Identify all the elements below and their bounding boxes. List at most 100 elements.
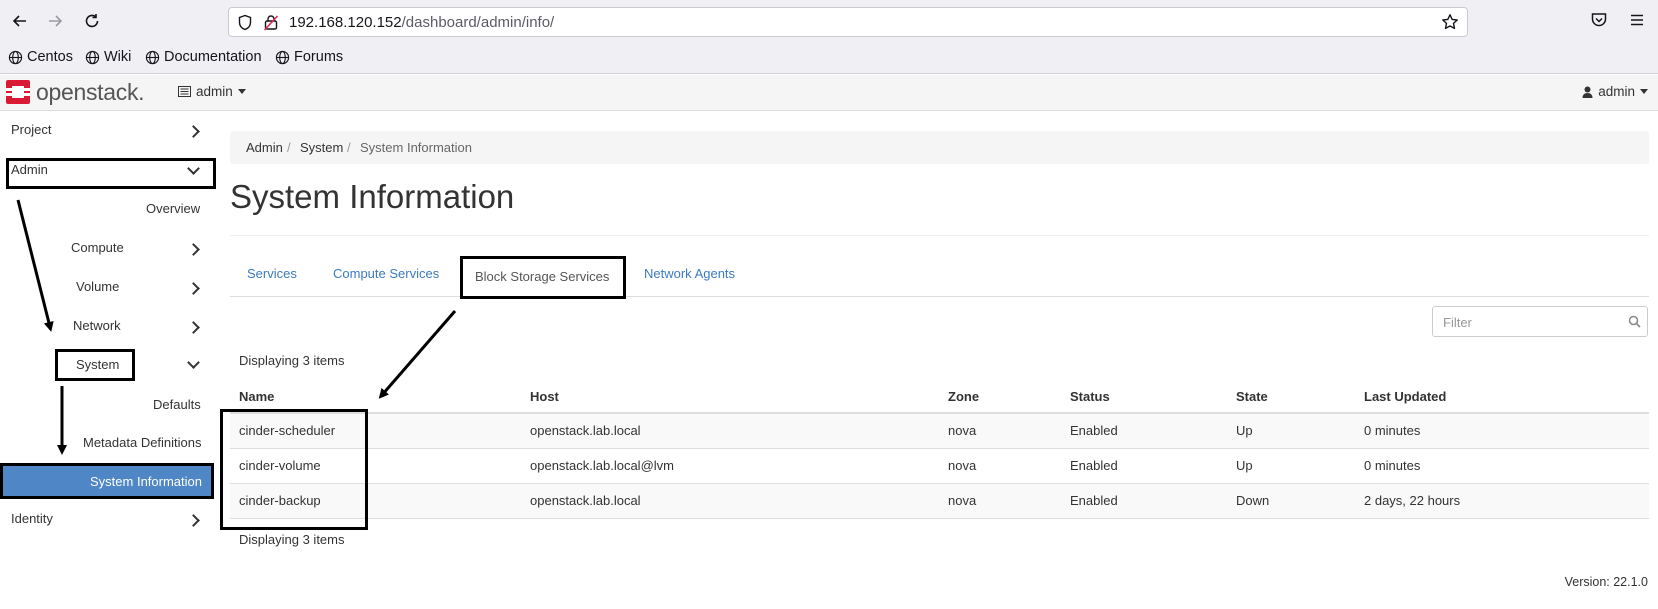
bookmark-label: Forums <box>294 49 344 65</box>
sidebar-item-volume[interactable]: Volume <box>76 279 201 303</box>
filter-box <box>1432 306 1648 337</box>
breadcrumb-admin[interactable]: Admin <box>246 140 283 155</box>
user-name: admin <box>1598 84 1635 99</box>
shield-icon[interactable] <box>237 14 253 36</box>
column-header-last-updated[interactable]: Last Updated <box>1355 380 1649 414</box>
chevron-right-icon <box>187 514 200 527</box>
cell-host: openstack.lab.local <box>521 483 939 519</box>
tabs-baseline <box>230 296 1649 297</box>
bookmark-centos[interactable]: Centos <box>8 49 73 65</box>
url-bar[interactable]: 192.168.120.152/dashboard/admin/info/ <box>228 7 1468 37</box>
pocket-icon[interactable] <box>1590 11 1608 34</box>
breadcrumb-separator: / <box>347 140 351 155</box>
sidebar-item-project[interactable]: Project <box>11 122 211 146</box>
cell-host: openstack.lab.local <box>521 413 939 449</box>
caret-down-icon <box>237 89 246 94</box>
bookmarks-bar: Centos Wiki Documentation Forums <box>0 42 1658 74</box>
tab-services[interactable]: Services <box>247 266 297 281</box>
openstack-logo[interactable]: openstack. <box>4 78 145 106</box>
chevron-down-icon <box>187 356 200 369</box>
sidebar-item-system-information[interactable]: System Information <box>0 463 214 499</box>
sidebar-item-defaults[interactable]: Defaults <box>153 397 201 421</box>
hamburger-menu-icon[interactable] <box>1628 11 1646 34</box>
tab-compute-services[interactable]: Compute Services <box>333 266 439 281</box>
bookmark-label: Centos <box>27 49 73 65</box>
sidebar-item-network[interactable]: Network <box>73 318 201 342</box>
title-divider <box>230 235 1649 236</box>
chevron-right-icon <box>187 321 200 334</box>
search-icon[interactable] <box>1628 315 1641 333</box>
annotation-box-names <box>220 409 368 530</box>
breadcrumb-separator: / <box>287 140 291 155</box>
cell-zone: nova <box>939 448 1061 484</box>
cell-last-updated: 0 minutes <box>1355 413 1649 449</box>
column-header-state[interactable]: State <box>1227 380 1355 414</box>
sidebar-item-compute[interactable]: Compute <box>71 240 201 264</box>
globe-icon <box>145 50 160 64</box>
cell-zone: nova <box>939 483 1061 519</box>
filter-input[interactable] <box>1443 312 1613 332</box>
item-count-top: Displaying 3 items <box>239 353 345 368</box>
tab-block-storage-services[interactable]: Block Storage Services <box>460 256 626 299</box>
bookmark-label: Documentation <box>164 49 262 65</box>
browser-toolbar: 192.168.120.152/dashboard/admin/info/ <box>0 0 1658 42</box>
breadcrumb: Admin / System / System Information <box>230 131 1649 164</box>
globe-icon <box>8 50 23 64</box>
openstack-logo-icon <box>6 80 30 104</box>
column-header-zone[interactable]: Zone <box>939 380 1061 414</box>
openstack-topbar: openstack. admin admin <box>0 75 1658 111</box>
bookmark-documentation[interactable]: Documentation <box>145 49 262 65</box>
sidebar: Project Admin Overview Compute Volume Ne… <box>0 112 216 552</box>
chevron-down-icon <box>187 162 200 175</box>
bookmark-label: Wiki <box>104 49 132 65</box>
chevron-right-icon <box>187 125 200 138</box>
sidebar-item-label: Overview <box>146 201 201 216</box>
cell-last-updated: 2 days, 22 hours <box>1355 483 1649 519</box>
url-text[interactable]: 192.168.120.152/dashboard/admin/info/ <box>289 14 554 31</box>
cell-status: Enabled <box>1061 413 1227 449</box>
sidebar-item-identity[interactable]: Identity <box>11 511 211 535</box>
globe-icon <box>275 50 290 64</box>
tab-network-agents[interactable]: Network Agents <box>644 266 735 281</box>
cell-status: Enabled <box>1061 448 1227 484</box>
page-title: System Information <box>230 178 515 215</box>
caret-down-icon <box>1640 89 1648 94</box>
sidebar-item-label: Volume <box>76 279 120 294</box>
sidebar-item-overview[interactable]: Overview <box>146 201 200 225</box>
sidebar-item-metadata-definitions[interactable]: Metadata Definitions <box>83 435 202 459</box>
breadcrumb-current: System Information <box>360 140 472 155</box>
cell-status: Enabled <box>1061 483 1227 519</box>
cell-state: Down <box>1227 483 1355 519</box>
item-count-bottom: Displaying 3 items <box>239 532 345 547</box>
sidebar-item-label: Network <box>73 318 121 333</box>
url-host: 192.168.120.152 <box>289 14 402 31</box>
sidebar-item-label: Identity <box>11 511 53 526</box>
chevron-right-icon <box>187 282 200 295</box>
reload-icon[interactable] <box>80 9 104 33</box>
breadcrumb-system[interactable]: System <box>300 140 343 155</box>
table-row: cinder-backup openstack.lab.local nova E… <box>230 483 1649 519</box>
bookmark-forums[interactable]: Forums <box>275 49 343 65</box>
column-header-host[interactable]: Host <box>521 380 939 414</box>
table-row: cinder-scheduler openstack.lab.local nov… <box>230 413 1649 449</box>
user-icon <box>1582 86 1593 98</box>
url-path: /dashboard/admin/info/ <box>401 14 555 31</box>
cell-state: Up <box>1227 448 1355 484</box>
chevron-right-icon <box>187 243 200 256</box>
sidebar-item-label: System <box>76 357 120 372</box>
back-icon[interactable] <box>8 9 32 33</box>
column-header-status[interactable]: Status <box>1061 380 1227 414</box>
sidebar-item-admin[interactable]: Admin <box>11 162 211 186</box>
bookmark-wiki[interactable]: Wiki <box>85 49 131 65</box>
insecure-lock-icon[interactable] <box>263 14 279 36</box>
version-label: Version: 22.1.0 <box>1564 575 1648 589</box>
globe-icon <box>85 50 100 64</box>
user-dropdown[interactable]: admin <box>1582 84 1648 99</box>
bookmark-star-icon[interactable] <box>1441 13 1459 36</box>
forward-icon[interactable] <box>43 9 67 33</box>
openstack-logo-text: openstack. <box>36 78 145 105</box>
table-row: cinder-volume openstack.lab.local@lvm no… <box>230 448 1649 484</box>
project-dropdown[interactable]: admin <box>178 84 246 99</box>
project-name: admin <box>196 84 233 99</box>
sidebar-item-system[interactable]: System <box>76 356 201 381</box>
